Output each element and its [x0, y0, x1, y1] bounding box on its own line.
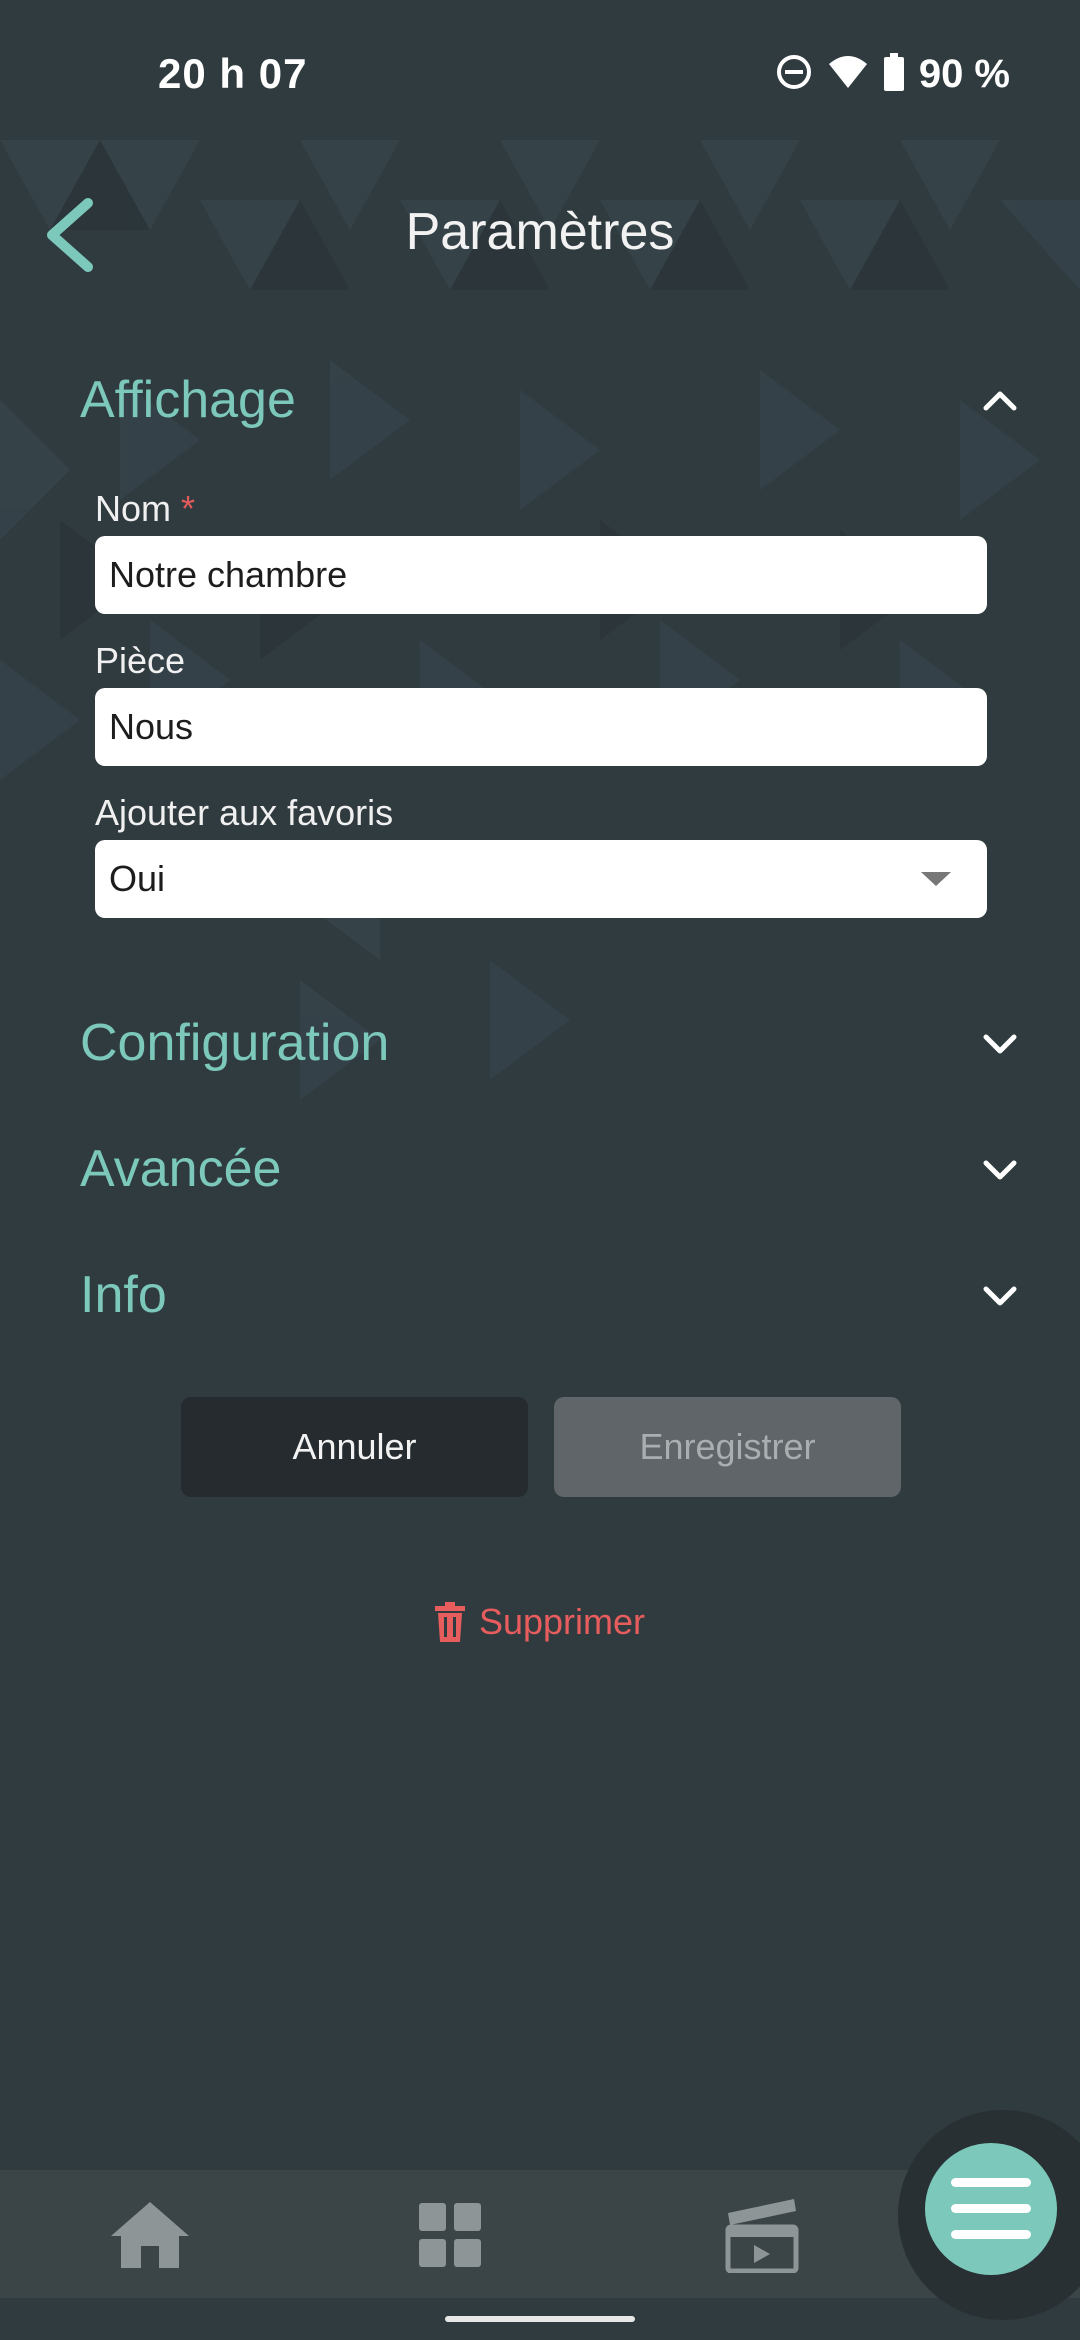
nom-input[interactable]: [95, 536, 987, 614]
nav-scenes[interactable]: [712, 2190, 812, 2280]
grid-icon: [419, 2203, 481, 2267]
page-title: Paramètres: [405, 203, 675, 261]
nav-home[interactable]: [100, 2190, 200, 2280]
do-not-disturb-icon: [775, 53, 813, 96]
app-header: Paramètres: [0, 180, 1080, 280]
favoris-selected-value: Oui: [109, 858, 166, 899]
section-affichage-header[interactable]: Affichage: [80, 360, 1020, 440]
nom-label: Nom *: [95, 488, 195, 530]
section-avancee-header[interactable]: Avancée: [80, 1129, 1020, 1209]
cancel-button[interactable]: Annuler: [181, 1397, 528, 1497]
menu-icon: [951, 2178, 1031, 2239]
scenes-clapperboard-icon: [725, 2199, 799, 2273]
chevron-down-icon: [980, 1275, 1020, 1315]
delete-label: Supprimer: [478, 1601, 646, 1642]
battery-icon: [883, 53, 905, 96]
chevron-up-icon: [980, 380, 1020, 420]
nom-label-text: Nom: [95, 488, 172, 529]
dropdown-caret-icon: [921, 872, 951, 886]
chevron-down-icon: [980, 1149, 1020, 1189]
favoris-label: Ajouter aux favoris: [95, 792, 394, 833]
piece-label: Pièce: [95, 640, 186, 681]
save-button[interactable]: Enregistrer: [554, 1397, 901, 1497]
background-pattern: [0, 140, 1080, 1100]
favoris-select[interactable]: Oui: [95, 840, 987, 918]
status-time: 20 h 07: [158, 50, 308, 97]
chevron-down-icon: [980, 1023, 1020, 1063]
delete-button[interactable]: Supprimer: [0, 1598, 1080, 1646]
section-avancee-title: Avancée: [80, 1140, 282, 1198]
status-icons: 90 %: [775, 52, 1010, 97]
section-affichage-title: Affichage: [80, 371, 296, 429]
trash-icon: [434, 1602, 465, 1642]
battery-level: 90 %: [918, 52, 1010, 96]
section-info-header[interactable]: Info: [80, 1255, 1020, 1335]
wifi-icon: [827, 54, 869, 95]
home-icon: [111, 2202, 189, 2268]
required-mark: *: [181, 488, 196, 529]
settings-screen: 20 h 07 90 % Paramètres Affichage Nom * …: [0, 0, 1080, 2340]
section-configuration-title: Configuration: [80, 1014, 390, 1072]
home-indicator[interactable]: [445, 2316, 635, 2322]
menu-fab-button[interactable]: [925, 2143, 1057, 2275]
status-bar: 20 h 07 90 %: [0, 0, 1080, 140]
piece-input[interactable]: [95, 688, 987, 766]
section-configuration-header[interactable]: Configuration: [80, 1003, 1020, 1083]
section-info-title: Info: [80, 1266, 167, 1324]
nav-dashboard[interactable]: [400, 2190, 500, 2280]
